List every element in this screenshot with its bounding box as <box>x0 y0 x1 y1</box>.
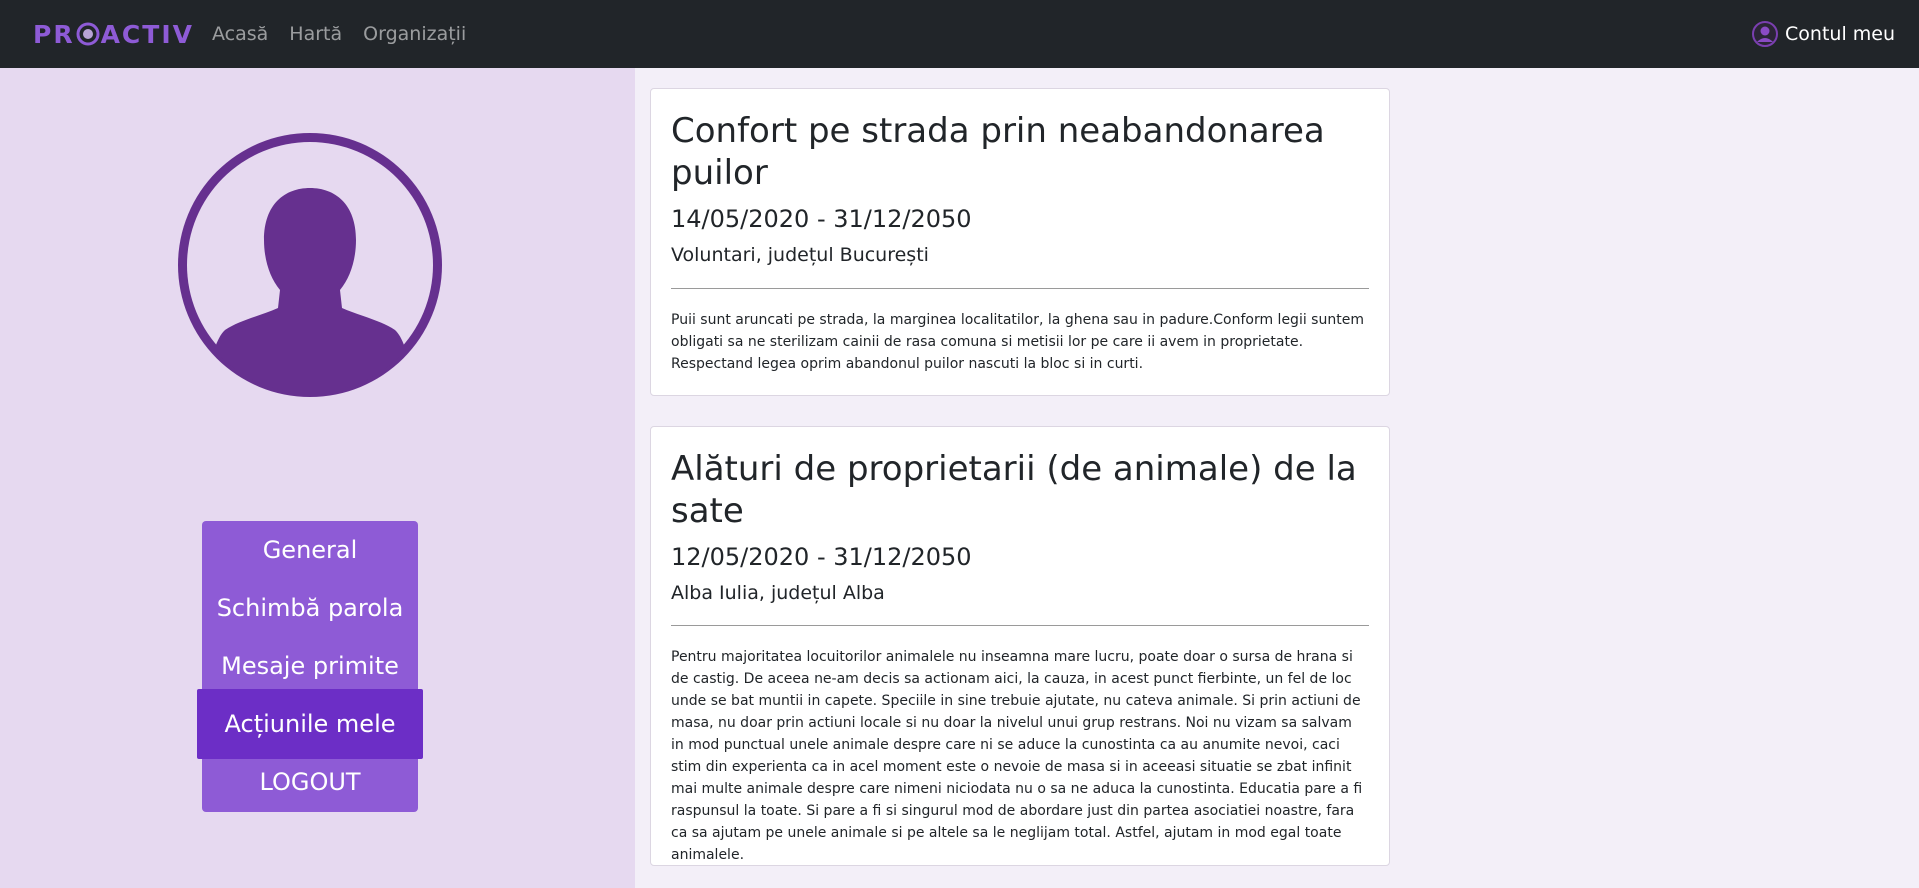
proactiv-logo[interactable]: PR ACTIV <box>33 18 194 50</box>
action-dates: 12/05/2020 - 31/12/2050 <box>671 543 972 571</box>
action-card[interactable]: Alături de proprietarii (de animale) de … <box>650 426 1390 866</box>
menu-item-actiunile-mele[interactable]: Acțiunile mele <box>197 689 423 759</box>
nav-links: Acasă Hartă Organizații <box>212 0 487 68</box>
action-title[interactable]: Confort pe strada prin neabandonarea pui… <box>671 110 1369 194</box>
account-menu[interactable]: Contul meu <box>1752 0 1895 68</box>
menu-item-general[interactable]: General <box>202 521 418 579</box>
user-silhouette-icon <box>178 133 442 397</box>
nav-link-harta[interactable]: Hartă <box>289 23 342 45</box>
account-icon <box>1752 21 1779 47</box>
action-dates: 14/05/2020 - 31/12/2050 <box>671 205 972 233</box>
action-description: Pentru majoritatea locuitorilor animalel… <box>671 649 1363 863</box>
logo-globe-icon <box>76 22 100 46</box>
top-navbar: PR ACTIV Acasă Hartă Organizații Contul … <box>0 0 1919 68</box>
menu-item-logout[interactable]: LOGOUT <box>202 753 418 811</box>
nav-link-acasa[interactable]: Acasă <box>212 23 268 45</box>
action-location: Alba Iulia, județul Alba <box>671 582 885 604</box>
action-card[interactable]: Confort pe strada prin neabandonarea pui… <box>650 88 1390 396</box>
action-location: Voluntari, județul București <box>671 244 929 266</box>
profile-menu: General Schimbă parola Mesaje primite Ac… <box>197 521 423 812</box>
nav-link-organizatii[interactable]: Organizații <box>363 23 466 45</box>
action-title[interactable]: Alături de proprietarii (de animale) de … <box>671 448 1369 532</box>
divider <box>671 625 1369 626</box>
menu-item-mesaje-primite[interactable]: Mesaje primite <box>202 637 418 695</box>
profile-sidebar: General Schimbă parola Mesaje primite Ac… <box>0 68 635 888</box>
account-label: Contul meu <box>1785 23 1895 45</box>
menu-item-schimba-parola[interactable]: Schimbă parola <box>202 579 418 637</box>
logo-text-left: PR <box>33 19 75 49</box>
action-description: Puii sunt aruncati pe strada, la margine… <box>671 312 1364 372</box>
logo-text-right: ACTIV <box>100 19 194 49</box>
divider <box>671 288 1369 289</box>
